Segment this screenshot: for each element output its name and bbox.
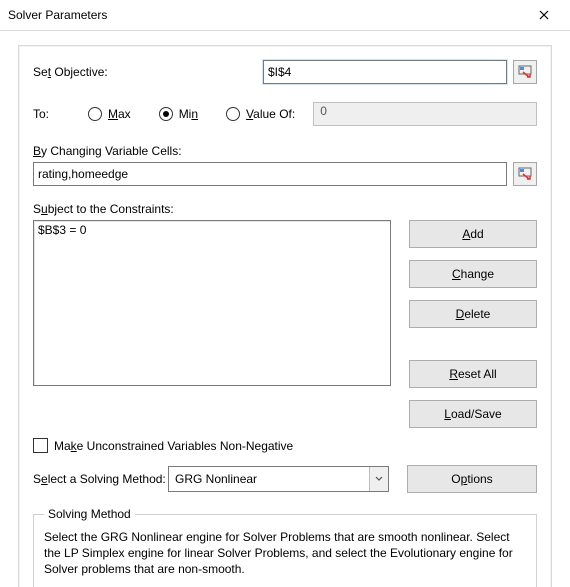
range-picker-bychanging-button[interactable] xyxy=(513,162,537,186)
resetall-button[interactable]: Reset All xyxy=(409,360,537,388)
chevron-down-icon xyxy=(369,467,388,491)
delete-button[interactable]: Delete xyxy=(409,300,537,328)
options-button[interactable]: Options xyxy=(407,465,537,493)
collapse-dialog-icon xyxy=(518,167,532,181)
radio-button-icon xyxy=(226,107,240,121)
add-button[interactable]: Add xyxy=(409,220,537,248)
radio-valueof-label: Value Of: xyxy=(246,107,295,121)
make-unconstrained-checkbox[interactable]: Make Unconstrained Variables Non-Negativ… xyxy=(33,438,537,453)
collapse-dialog-icon xyxy=(518,65,532,79)
radio-button-icon xyxy=(159,107,173,121)
solving-method-value: GRG Nonlinear xyxy=(175,472,257,486)
radio-min[interactable]: Min xyxy=(159,107,198,121)
radio-valueof[interactable]: Value Of: xyxy=(226,107,295,121)
range-picker-objective-button[interactable] xyxy=(513,60,537,84)
set-objective-input[interactable] xyxy=(263,60,507,84)
method-description-text: Select the GRG Nonlinear engine for Solv… xyxy=(44,529,526,578)
checkbox-icon xyxy=(33,438,48,453)
method-description-legend: Solving Method xyxy=(44,507,135,521)
close-icon[interactable] xyxy=(524,0,564,30)
change-button[interactable]: Change xyxy=(409,260,537,288)
solving-method-label: Select a Solving Method: xyxy=(33,472,168,486)
bychanging-label: By Changing Variable Cells: xyxy=(33,144,537,158)
make-unconstrained-label: Make Unconstrained Variables Non-Negativ… xyxy=(54,439,293,453)
main-panel: Set Objective: To: Max Min xyxy=(18,45,552,587)
bychanging-input[interactable] xyxy=(33,162,507,186)
valueof-input: 0 xyxy=(313,102,537,126)
titlebar: Solver Parameters xyxy=(0,0,570,31)
method-description-group: Solving Method Select the GRG Nonlinear … xyxy=(33,507,537,587)
set-objective-label: Set Objective: xyxy=(33,65,263,79)
solving-method-select[interactable]: GRG Nonlinear xyxy=(168,466,389,492)
constraints-listbox[interactable]: $B$3 = 0 xyxy=(33,220,391,386)
loadsave-button[interactable]: Load/Save xyxy=(409,400,537,428)
window-title: Solver Parameters xyxy=(8,8,107,22)
radio-max[interactable]: Max xyxy=(88,107,131,121)
constraints-label: Subject to the Constraints: xyxy=(33,202,537,216)
radio-max-label: Max xyxy=(108,107,131,121)
to-label: To: xyxy=(33,107,88,121)
radio-min-label: Min xyxy=(179,107,198,121)
constraint-item[interactable]: $B$3 = 0 xyxy=(38,223,386,237)
radio-button-icon xyxy=(88,107,102,121)
